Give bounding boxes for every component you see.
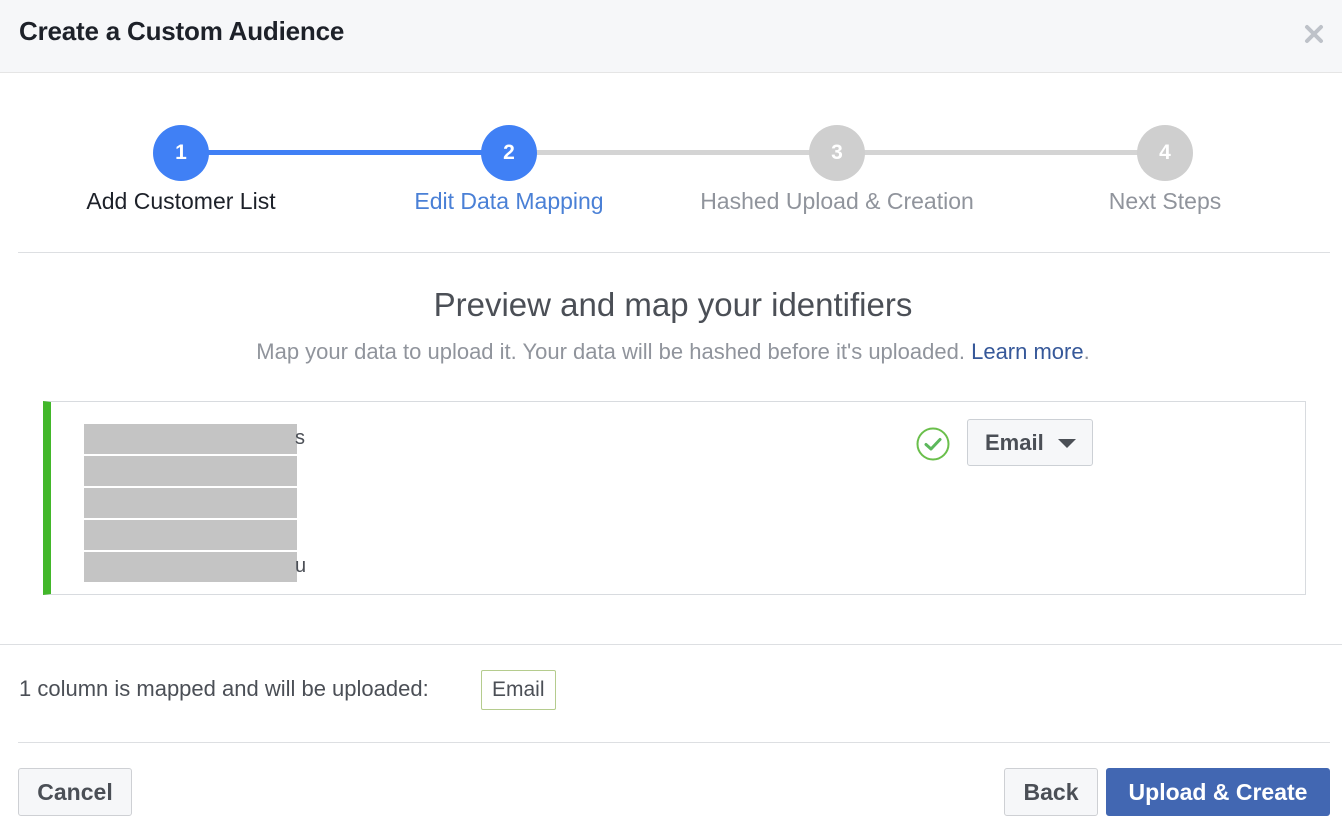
redacted-value: [84, 520, 297, 550]
subtitle-period: .: [1083, 339, 1090, 364]
redacted-value: [84, 552, 297, 582]
preview-value-row: s: [81, 424, 311, 456]
preview-values: s u: [81, 424, 311, 584]
preview-value-row: [81, 520, 311, 552]
close-icon: [1305, 25, 1323, 43]
section-subtitle: Map your data to upload it. Your data wi…: [0, 339, 1342, 365]
step-1-circle: 1: [153, 125, 209, 181]
value-tail: u: [295, 555, 307, 577]
step-2-label: Edit Data Mapping: [414, 188, 604, 214]
redacted-value: [84, 424, 297, 454]
step-connector-3-4: [858, 150, 1143, 155]
redacted-value: [84, 488, 297, 518]
step-3-number: 3: [831, 141, 843, 164]
preview-value-row: [81, 456, 311, 488]
step-2-circle: 2: [481, 125, 537, 181]
stepper-divider: [18, 252, 1330, 253]
step-1-number: 1: [175, 141, 187, 164]
value-tail: s: [295, 427, 305, 449]
learn-more-link[interactable]: Learn more: [971, 339, 1084, 364]
identifier-type-dropdown[interactable]: Email: [967, 419, 1093, 466]
mapping-divider: [0, 644, 1342, 645]
mapped-summary-text: 1 column is mapped and will be uploaded:: [19, 676, 429, 701]
mapped-column-badge: Email: [481, 670, 556, 710]
subtitle-text: Map your data to upload it. Your data wi…: [256, 339, 965, 364]
back-button[interactable]: Back: [1004, 768, 1098, 816]
step-4-circle: 4: [1137, 125, 1193, 181]
step-3-circle: 3: [809, 125, 865, 181]
cancel-button[interactable]: Cancel: [18, 768, 132, 816]
step-3-label: Hashed Upload & Creation: [700, 188, 974, 214]
step-connector-1-2: [205, 150, 490, 155]
close-button[interactable]: [1300, 20, 1328, 48]
upload-and-create-button[interactable]: Upload & Create: [1106, 768, 1330, 816]
preview-value-row: [81, 488, 311, 520]
step-1-label: Add Customer List: [86, 188, 276, 214]
step-4-label: Next Steps: [1108, 188, 1222, 214]
dialog-header: Create a Custom Audience: [0, 0, 1342, 73]
chevron-down-icon: [1058, 439, 1076, 448]
check-circle-icon: [916, 427, 950, 461]
redacted-value: [84, 456, 297, 486]
section-title: Preview and map your identifiers: [433, 286, 913, 323]
column-mapping-row: s u Email: [43, 401, 1306, 595]
step-2-number: 2: [503, 141, 515, 164]
custom-audience-dialog: Create a Custom Audience 1 2 3 4 Add Cus…: [0, 0, 1342, 834]
dialog-title: Create a Custom Audience: [19, 16, 345, 46]
identifier-type-value: Email: [985, 430, 1044, 455]
footer-divider: [18, 742, 1330, 743]
step-4-number: 4: [1159, 141, 1171, 164]
preview-value-row: u: [81, 552, 311, 584]
step-connector-2-3: [530, 150, 815, 155]
